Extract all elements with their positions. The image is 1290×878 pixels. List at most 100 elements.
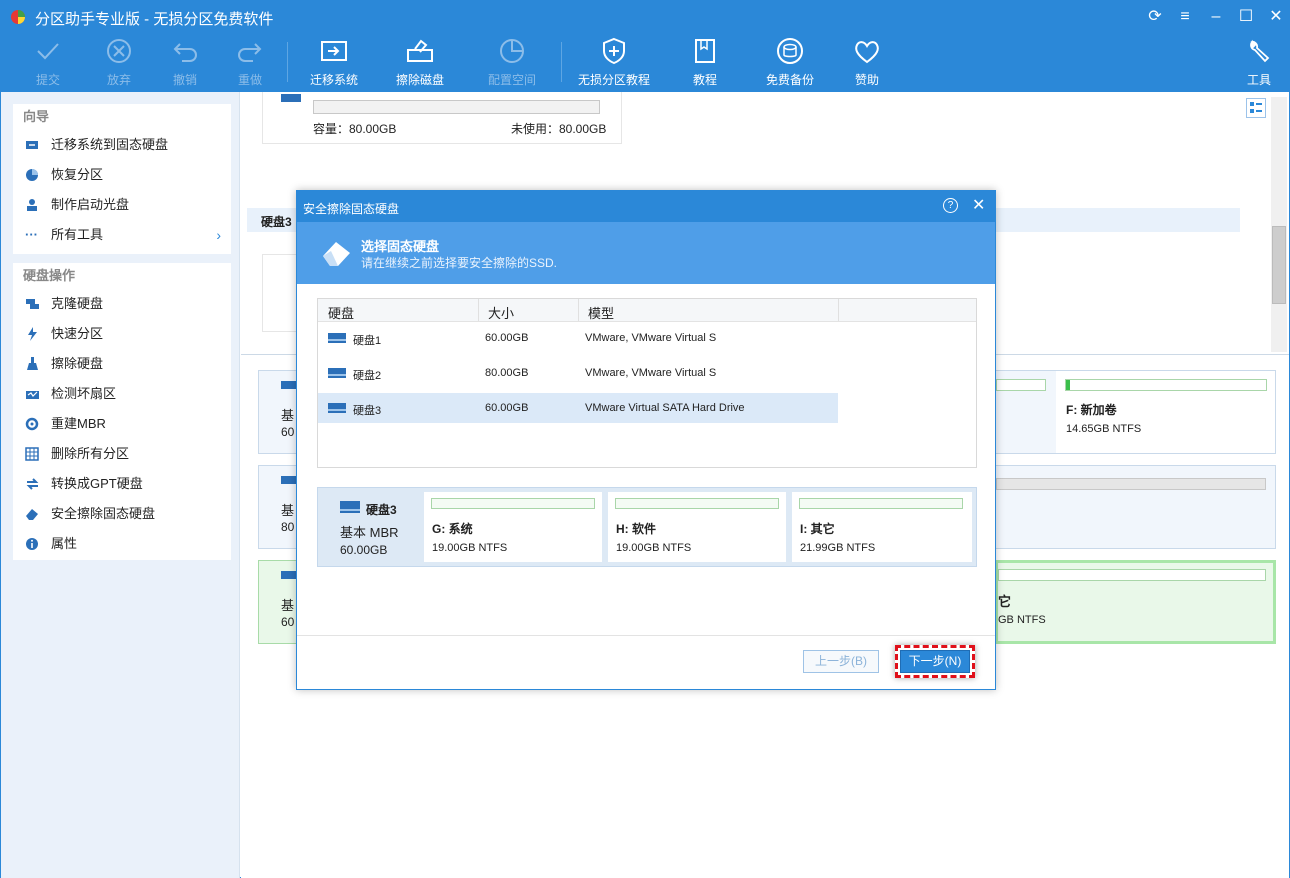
scan-icon <box>26 391 39 399</box>
scrollbar-thumb[interactable] <box>1272 226 1286 304</box>
convert-icon <box>26 478 39 490</box>
disk-map-card-1[interactable]: 基 60 <box>258 370 298 454</box>
view-toggle-button[interactable] <box>1246 98 1266 118</box>
partition-size: 14.65GB NTFS <box>1066 423 1142 435</box>
partition-bar <box>615 498 779 509</box>
wipe-disk-button[interactable]: 擦除磁盘 <box>391 36 449 90</box>
map-disk-size: 60.00GB <box>340 543 388 557</box>
table-row-selected[interactable]: 硬盘3 60.00GB VMware Virtual SATA Hard Dri… <box>318 393 838 423</box>
partition-row-2-right <box>995 465 1276 549</box>
disk-icon <box>328 368 346 378</box>
dialog-footer-divider <box>297 635 995 636</box>
vertical-scrollbar[interactable] <box>1271 97 1287 352</box>
eraser-icon <box>26 509 38 520</box>
wrench-icon <box>1250 39 1270 63</box>
commit-button[interactable]: 提交 <box>27 36 69 90</box>
delete-grid-icon <box>25 447 39 461</box>
partition-h[interactable]: H: 软件 19.00GB NTFS <box>608 492 786 562</box>
sidebar-item-quick-partition[interactable]: 快速分区 <box>13 319 231 349</box>
rebuild-icon <box>25 417 39 431</box>
wipe-disk-icon <box>407 39 433 62</box>
migrate-os-button[interactable]: 迁移系统 <box>305 36 363 90</box>
shield-icon <box>603 37 625 65</box>
col-size[interactable]: 大小 <box>488 303 514 322</box>
secure-erase-dialog: 安全擦除固态硬盘 ? ✕ 选择固态硬盘 请在继续之前选择要安全擦除的SSD. 硬… <box>296 190 996 690</box>
dialog-header: 选择固态硬盘 请在继续之前选择要安全擦除的SSD. <box>297 222 995 284</box>
prev-button[interactable]: 上一步(B) <box>803 650 879 673</box>
migrate-os-icon <box>321 41 347 61</box>
col-disk[interactable]: 硬盘 <box>328 303 354 322</box>
sidebar-item-convert-gpt[interactable]: 转换成GPT硬盘 <box>13 469 231 499</box>
disk-icon <box>340 501 360 513</box>
menu-icon[interactable]: ≡ <box>1173 6 1197 28</box>
disk-icon <box>281 476 297 484</box>
disk-map: 硬盘3 基本 MBR 60.00GB G: 系统 19.00GB NTFS H:… <box>317 487 977 567</box>
redo-button[interactable]: 重做 <box>229 36 271 90</box>
sidebar-item-secure-erase-ssd[interactable]: 安全擦除固态硬盘 <box>13 499 231 529</box>
disk-icon <box>281 381 297 389</box>
tutorial-button[interactable]: 教程 <box>683 36 727 90</box>
close-button[interactable]: ✕ <box>1264 6 1288 28</box>
partition-name: F: 新加卷 <box>1066 403 1117 417</box>
disk-icon <box>281 571 297 579</box>
tools-button[interactable]: 工具 <box>1241 36 1277 90</box>
partition-f[interactable]: F: 新加卷 14.65GB NTFS <box>1056 371 1275 453</box>
table-row[interactable]: 硬盘1 60.00GB VMware, VMware Virtual S <box>318 323 838 353</box>
disk-ops-panel: 硬盘操作 克隆硬盘 快速分区 擦除硬盘 检测坏扇区 重建MBR 删除所有分区 转… <box>13 263 231 560</box>
sidebar-item-migrate-ssd[interactable]: 迁移系统到固态硬盘 <box>13 130 231 160</box>
partition-i[interactable]: I: 其它 21.99GB NTFS <box>792 492 972 562</box>
free-backup-button[interactable]: 免费备份 <box>763 36 817 90</box>
book-icon <box>695 39 715 63</box>
minimize-button[interactable]: – <box>1204 6 1228 28</box>
user-disc-icon <box>27 199 37 211</box>
help-icon[interactable]: ? <box>943 198 958 213</box>
allocate-space-button[interactable]: 配置空间 <box>483 36 541 90</box>
partition-bar <box>431 498 595 509</box>
sidebar-item-all-tools[interactable]: ··· 所有工具 › <box>13 220 231 250</box>
sidebar-item-rebuild-mbr[interactable]: 重建MBR <box>13 409 231 439</box>
disk-card-top: 容量：80.00GB 未使用：80.00GB <box>262 92 622 144</box>
next-button[interactable]: 下一步(N) <box>900 650 970 673</box>
refresh-icon[interactable]: ⟳ <box>1143 6 1167 28</box>
table-row[interactable]: 硬盘2 80.00GB VMware, VMware Virtual S <box>318 358 838 388</box>
partition-size: 19.00GB NTFS <box>616 542 692 554</box>
maximize-button[interactable]: ☐ <box>1234 6 1258 28</box>
col-model[interactable]: 模型 <box>588 303 614 322</box>
disk-icon <box>328 333 346 343</box>
discard-button[interactable]: 放弃 <box>98 36 140 90</box>
partition-bar <box>1065 379 1267 391</box>
tutorial-partition-button[interactable]: 无损分区教程 <box>575 36 653 90</box>
sidebar-item-wipe-disk[interactable]: 擦除硬盘 <box>13 349 231 379</box>
check-icon <box>37 43 59 60</box>
sidebar-item-recover-partition[interactable]: 恢复分区 <box>13 160 231 190</box>
disk-icon <box>328 403 346 413</box>
sidebar-item-properties[interactable]: 属性 <box>13 529 231 559</box>
capacity-bar <box>313 100 600 114</box>
ssd-list-header: 硬盘 大小 模型 <box>318 299 976 322</box>
heart-icon <box>855 41 879 64</box>
sidebar-item-boot-disc[interactable]: 制作启动光盘 <box>13 190 231 220</box>
partition-bar <box>799 498 963 509</box>
dialog-title: 安全擦除固态硬盘 <box>303 202 400 216</box>
sidebar-item-clone-disk[interactable]: 克隆硬盘 <box>13 289 231 319</box>
disk-map-card-3[interactable]: 基 60 <box>258 560 298 644</box>
dialog-title-bar: 安全擦除固态硬盘 ? ✕ <box>297 191 995 222</box>
clone-disk-icon <box>26 299 39 309</box>
partition-bar <box>996 478 1266 490</box>
partition-row-3-right: 它 GB NTFS <box>995 560 1276 644</box>
sidebar-item-bad-sector[interactable]: 检测坏扇区 <box>13 379 231 409</box>
allocate-space-icon <box>500 39 524 63</box>
dialog-close-button[interactable]: ✕ <box>972 195 985 215</box>
undo-button[interactable]: 撤销 <box>164 36 206 90</box>
partition-g[interactable]: G: 系统 19.00GB NTFS <box>424 492 602 562</box>
disk-map-card-2[interactable]: 基 80 <box>258 465 298 549</box>
more-dots-icon: ··· <box>25 227 38 242</box>
wizard-title: 向导 <box>23 109 50 124</box>
partition-name: H: 软件 <box>616 522 656 536</box>
sponsor-button[interactable]: 赞助 <box>847 36 887 90</box>
col-separator <box>478 299 479 321</box>
header-subtitle: 请在继续之前选择要安全擦除的SSD. <box>361 256 558 270</box>
unused-label: 未使用：80.00GB <box>511 122 607 136</box>
sidebar-item-delete-all[interactable]: 删除所有分区 <box>13 439 231 469</box>
capacity-label: 容量：80.00GB <box>313 122 397 136</box>
